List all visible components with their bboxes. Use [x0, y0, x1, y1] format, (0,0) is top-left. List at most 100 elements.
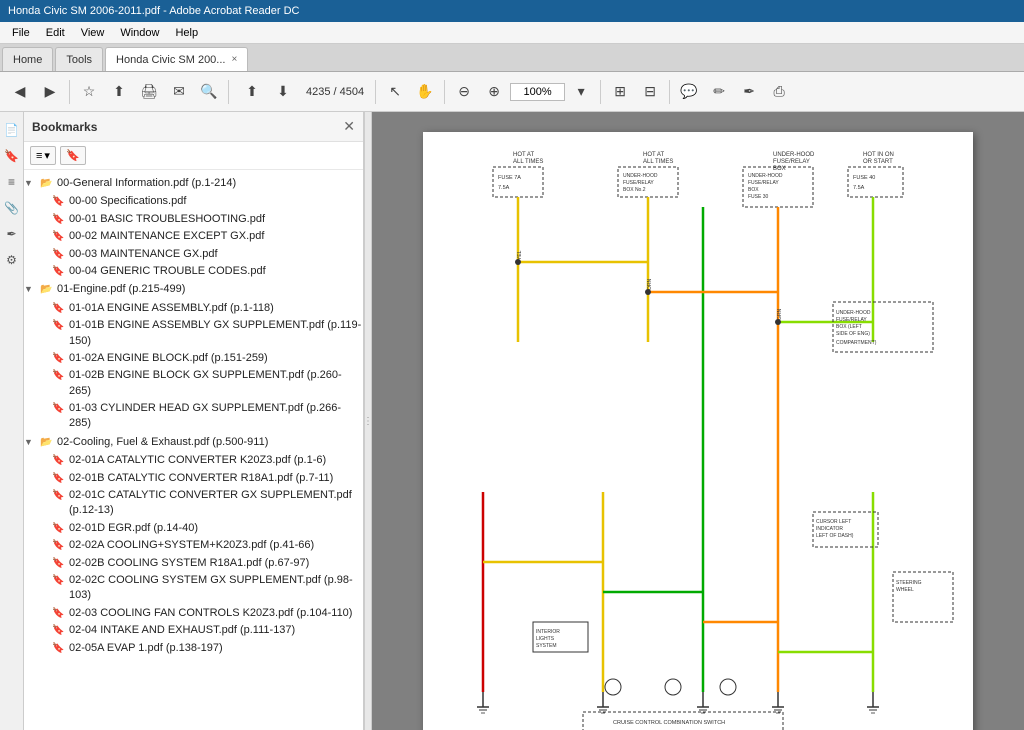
pdf-page: HOT AT ALL TIMES HOT AT ALL TIMES UNDER-… — [423, 132, 973, 730]
bookmark-item-2-0[interactable]: 🔖 02-01A CATALYTIC CONVERTER K20Z3.pdf (… — [52, 452, 363, 469]
bookmarks-close-button[interactable]: ✕ — [343, 118, 355, 135]
bookmark-item-1-4[interactable]: 🔖 01-03 CYLINDER HEAD GX SUPPLEMENT.pdf … — [52, 400, 363, 433]
tab-close-button[interactable]: × — [231, 54, 237, 65]
bookmark-item-0-1[interactable]: 🔖 00-01 BASIC TROUBLESHOOTING.pdf — [52, 211, 363, 228]
bookmark-file-icon: 🔖 — [52, 489, 66, 503]
section-0-label: 00-General Information.pdf (p.1-214) — [57, 176, 363, 191]
section-1-children: 🔖 01-01A ENGINE ASSEMBLY.pdf (p.1-118) 🔖… — [24, 300, 363, 433]
share-button[interactable]: ⎙ — [765, 78, 793, 106]
bookmark-item-2-6[interactable]: 🔖 02-02C COOLING SYSTEM GX SUPPLEMENT.pd… — [52, 572, 363, 605]
fit-page-button[interactable]: ⊞ — [606, 78, 634, 106]
bookmark-item-2-3[interactable]: 🔖 02-01D EGR.pdf (p.14-40) — [52, 520, 363, 537]
svg-text:LEFT OF DASH): LEFT OF DASH) — [816, 533, 854, 539]
bookmark-item-2-8[interactable]: 🔖 02-04 INTAKE AND EXHAUST.pdf (p.111-13… — [52, 622, 363, 639]
section-1-label: 01-Engine.pdf (p.215-499) — [57, 282, 363, 297]
toolbar-separator-3 — [375, 80, 376, 104]
side-icon-signatures[interactable]: ✒ — [2, 224, 22, 244]
toggle-icon-1[interactable]: ▼ — [24, 283, 40, 296]
print-button[interactable]: 🖨 — [135, 78, 163, 106]
bookmarks-options-btn[interactable]: 🔖 — [60, 146, 86, 165]
svg-text:SIDE OF ENG): SIDE OF ENG) — [836, 331, 870, 337]
bookmark-file-icon: 🔖 — [52, 248, 66, 262]
pdf-content-area[interactable]: HOT AT ALL TIMES HOT AT ALL TIMES UNDER-… — [372, 112, 1024, 730]
sign-button[interactable]: ✒ — [735, 78, 763, 106]
bookmark-item-2-2[interactable]: 🔖 02-01C CATALYTIC CONVERTER GX SUPPLEME… — [52, 487, 363, 520]
zoom-out-button[interactable]: ⊖ — [450, 78, 478, 106]
bookmark-section-0[interactable]: ▼ 📂 00-General Information.pdf (p.1-214) — [24, 174, 363, 193]
bookmark-file-icon: 🔖 — [52, 642, 66, 656]
bookmark-item-0-2[interactable]: 🔖 00-02 MAINTENANCE EXCEPT GX.pdf — [52, 228, 363, 245]
bookmark-item-2-5[interactable]: 🔖 02-02B COOLING SYSTEM R18A1.pdf (p.67-… — [52, 555, 363, 572]
svg-text:WHEEL: WHEEL — [896, 587, 914, 593]
bookmark-file-icon: 🔖 — [52, 352, 66, 366]
menu-view[interactable]: View — [73, 25, 113, 41]
bookmark-button[interactable]: ☆ — [75, 78, 103, 106]
tab-home[interactable]: Home — [2, 47, 53, 71]
bookmark-file-icon: 🔖 — [52, 302, 66, 316]
zoom-level[interactable]: 100% — [510, 83, 565, 101]
prev-page-button[interactable]: ⬆ — [238, 78, 266, 106]
bookmark-file-icon: 🔖 — [52, 454, 66, 468]
bookmark-file-icon: 🔖 — [52, 402, 66, 416]
bookmarks-expand-btn[interactable]: ≡ ▾ — [30, 146, 56, 165]
bookmark-item-2-9[interactable]: 🔖 02-05A EVAP 1.pdf (p.138-197) — [52, 640, 363, 657]
bookmark-item-2-1[interactable]: 🔖 02-01B CATALYTIC CONVERTER R18A1.pdf (… — [52, 470, 363, 487]
side-icon-tools2[interactable]: ⚙ — [2, 250, 22, 270]
svg-text:7.5A: 7.5A — [853, 185, 865, 191]
side-icon-attachments[interactable]: 📎 — [2, 198, 22, 218]
bookmark-item-1-1[interactable]: 🔖 01-01B ENGINE ASSEMBLY GX SUPPLEMENT.p… — [52, 317, 363, 350]
bookmark-file-icon: 🔖 — [52, 230, 66, 244]
bookmarks-tree[interactable]: ▼ 📂 00-General Information.pdf (p.1-214)… — [24, 170, 363, 730]
side-icon-pages[interactable]: 📄 — [2, 120, 22, 140]
menu-window[interactable]: Window — [112, 25, 167, 41]
bookmark-file-icon: 🔖 — [52, 472, 66, 486]
next-page-button[interactable]: ⬇ — [269, 78, 297, 106]
cursor-tool[interactable]: ↖ — [381, 78, 409, 106]
bookmark-item-0-3[interactable]: 🔖 00-03 MAINTENANCE GX.pdf — [52, 246, 363, 263]
comment-button[interactable]: 💬 — [675, 78, 703, 106]
toggle-icon-2[interactable]: ▼ — [24, 436, 40, 449]
svg-text:UNDER-HOOD: UNDER-HOOD — [773, 152, 815, 158]
panel-resize-handle[interactable]: ⋮ — [364, 112, 372, 730]
svg-text:HOT AT: HOT AT — [643, 152, 664, 158]
email-button[interactable]: ✉ — [165, 78, 193, 106]
toolbar-separator-1 — [69, 80, 70, 104]
forward-button[interactable]: ▶ — [36, 78, 64, 106]
menu-file[interactable]: File — [4, 25, 38, 41]
bookmark-item-0-4[interactable]: 🔖 00-04 GENERIC TROUBLE CODES.pdf — [52, 263, 363, 280]
menu-edit[interactable]: Edit — [38, 25, 73, 41]
bookmark-file-icon: 🔖 — [52, 539, 66, 553]
svg-text:GRN: GRN — [777, 309, 783, 321]
tab-document[interactable]: Honda Civic SM 200... × — [105, 47, 248, 71]
side-panel-icons: 📄 🔖 ≡ 📎 ✒ ⚙ — [0, 112, 24, 730]
svg-text:FUSE 7A: FUSE 7A — [498, 175, 521, 181]
draw-button[interactable]: ✏ — [705, 78, 733, 106]
bookmark-item-2-4[interactable]: 🔖 02-02A COOLING+SYSTEM+K20Z3.pdf (p.41-… — [52, 537, 363, 554]
toolbar-separator-2 — [228, 80, 229, 104]
side-icon-layers[interactable]: ≡ — [2, 172, 22, 192]
bookmark-item-1-3[interactable]: 🔖 01-02B ENGINE BLOCK GX SUPPLEMENT.pdf … — [52, 367, 363, 400]
bookmark-item-2-7[interactable]: 🔖 02-03 COOLING FAN CONTROLS K20Z3.pdf (… — [52, 605, 363, 622]
hand-tool[interactable]: ✋ — [411, 78, 439, 106]
page-navigation: ⬆ ⬇ 4235 / 4504 — [238, 78, 370, 106]
svg-text:STEERING: STEERING — [896, 580, 922, 586]
bookmark-item-1-0[interactable]: 🔖 01-01A ENGINE ASSEMBLY.pdf (p.1-118) — [52, 300, 363, 317]
folder-icon-1: 📂 — [40, 283, 54, 297]
search-button[interactable]: 🔍 — [195, 78, 223, 106]
bookmark-item-0-0[interactable]: 🔖 00-00 Specifications.pdf — [52, 193, 363, 210]
back-button[interactable]: ◀ — [6, 78, 34, 106]
side-icon-bookmarks[interactable]: 🔖 — [2, 146, 22, 166]
svg-text:CRUISE CONTROL COMBINATION SWI: CRUISE CONTROL COMBINATION SWITCH — [613, 720, 725, 726]
svg-text:SYSTEM: SYSTEM — [536, 643, 557, 649]
svg-text:7.5A: 7.5A — [498, 185, 510, 191]
bookmark-section-2[interactable]: ▼ 📂 02-Cooling, Fuel & Exhaust.pdf (p.50… — [24, 433, 363, 452]
zoom-in-button[interactable]: ⊕ — [480, 78, 508, 106]
menu-help[interactable]: Help — [167, 25, 206, 41]
zoom-dropdown[interactable]: ▾ — [567, 78, 595, 106]
fit-width-button[interactable]: ⊟ — [636, 78, 664, 106]
toggle-icon-0[interactable]: ▼ — [24, 177, 40, 190]
upload-button[interactable]: ⬆ — [105, 78, 133, 106]
tab-tools[interactable]: Tools — [55, 47, 103, 71]
bookmark-item-1-2[interactable]: 🔖 01-02A ENGINE BLOCK.pdf (p.151-259) — [52, 350, 363, 367]
bookmark-section-1[interactable]: ▼ 📂 01-Engine.pdf (p.215-499) — [24, 280, 363, 299]
